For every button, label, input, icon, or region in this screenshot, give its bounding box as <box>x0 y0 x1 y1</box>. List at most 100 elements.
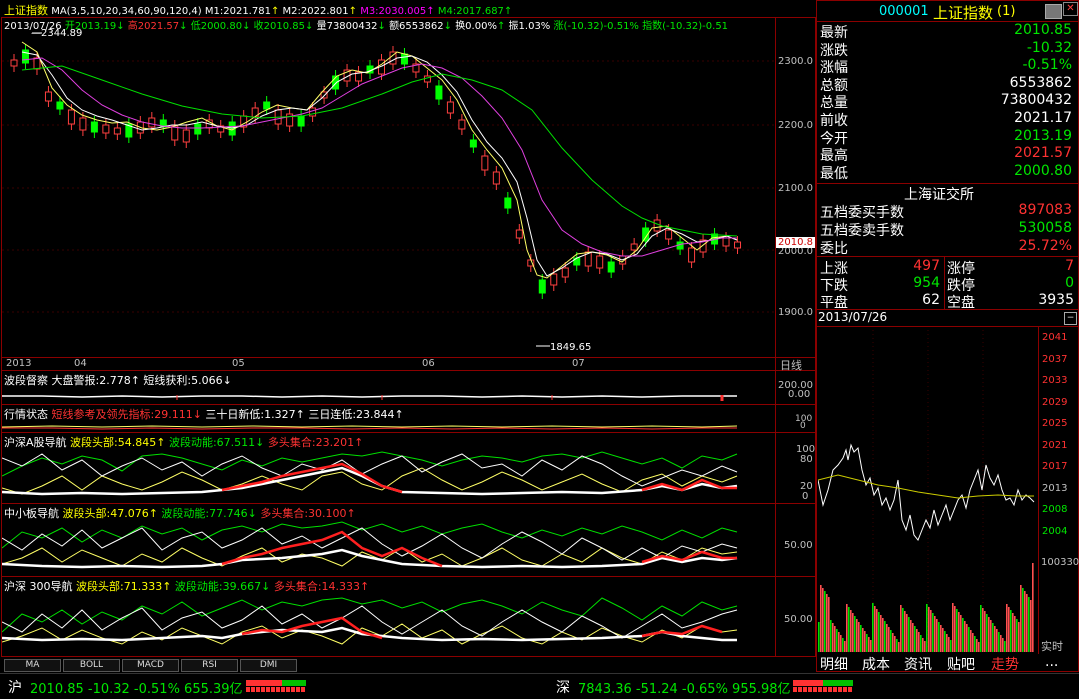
breadth-value-1a: 954 <box>913 275 940 291</box>
volume-bar <box>1030 600 1032 652</box>
volume-bar <box>894 636 896 652</box>
mini-axis-label: 2021 <box>1042 439 1068 451</box>
volume-bar <box>984 611 986 652</box>
quote-row-8-label: 最低 <box>820 165 848 182</box>
volume-bar <box>864 631 866 652</box>
volume-bar <box>828 597 830 652</box>
volume-bar <box>1026 594 1028 652</box>
candle-body <box>481 155 489 171</box>
quote-row-1: 涨跌 -10.32 <box>818 39 1076 59</box>
breadth-value-0b: 7 <box>1065 258 1074 274</box>
current-price-tag: 2010.8 <box>776 237 815 248</box>
date-axis: 2013 04 05 06 07 <box>2 358 774 370</box>
volume-bar <box>850 610 852 652</box>
volume-bar <box>822 588 824 652</box>
volume-bar <box>976 639 978 652</box>
volume-bar <box>972 633 974 652</box>
candlestick-chart[interactable] <box>2 30 774 357</box>
window-close-icon[interactable]: ✕ <box>1063 2 1078 16</box>
tab-dmi[interactable]: DMI <box>240 659 297 672</box>
volume-bar <box>824 591 826 652</box>
breadth-divider-mid <box>944 256 945 309</box>
volume-bar <box>884 621 886 652</box>
volume-bar <box>858 622 860 652</box>
indicator-divider-2 <box>1 404 816 405</box>
tab-news[interactable]: 资讯 <box>904 654 932 674</box>
volume-bar <box>836 629 838 652</box>
breadth-value-1b: 0 <box>1065 275 1074 291</box>
window-menu-icon[interactable] <box>1045 4 1062 19</box>
candle-body <box>148 117 156 128</box>
mini-axis-label: 2037 <box>1042 353 1068 365</box>
mini-axis-label: 2033 <box>1042 375 1068 386</box>
tab-ma[interactable]: MA <box>4 659 61 672</box>
tab-rsi[interactable]: RSI <box>181 659 238 672</box>
tab-cost[interactable]: 成本 <box>862 654 890 674</box>
indicator2-chart[interactable] <box>2 420 774 432</box>
volume-bar <box>844 641 846 652</box>
volume-bar <box>998 632 1000 652</box>
volume-bar <box>1010 610 1012 652</box>
sh-status[interactable]: 2010.85 -10.32 -0.51% 655.39亿 <box>30 678 243 697</box>
quote-row-7-value: 2021.57 <box>1014 145 1072 162</box>
volume-bar <box>1004 641 1006 652</box>
volume-bar <box>818 622 820 652</box>
mini-axis-label: 2017 <box>1042 461 1068 472</box>
breadth-divider-top <box>816 256 1079 257</box>
volume-bar <box>994 626 996 652</box>
volume-bar <box>920 635 922 652</box>
volume-bar <box>870 640 872 652</box>
volume-bar <box>988 617 990 652</box>
volume-bar <box>922 638 924 652</box>
chart-header-line1: 上证指数 MA(3,5,10,20,34,60,90,120,4) M1:202… <box>4 4 513 17</box>
intraday-chart[interactable] <box>818 330 1038 652</box>
volume-bar <box>872 603 874 652</box>
date-label-04: 04 <box>74 358 87 369</box>
tab-more[interactable]: ... <box>1045 654 1058 670</box>
volume-bar <box>876 609 878 652</box>
security-name: 上证指数 <box>933 4 994 22</box>
volume-bar <box>1016 619 1018 652</box>
indicator-divider-1 <box>1 370 816 371</box>
indicator1-axis-0: 0.00 <box>788 389 811 400</box>
tab-trend[interactable]: 走势 <box>991 654 1019 674</box>
volume-bar <box>948 637 950 652</box>
quote-row-1-value: -10.32 <box>1026 39 1072 56</box>
mini-chart-date: 2013/07/26 <box>818 310 888 324</box>
mini-axis-label: 2013 <box>1042 482 1068 494</box>
mini-axis-label: 2025 <box>1042 418 1068 429</box>
tab-forum[interactable]: 贴吧 <box>947 654 975 674</box>
tab-detail[interactable]: 明细 <box>820 654 848 674</box>
indicator4-chart[interactable] <box>2 518 774 576</box>
price-grid <box>2 60 774 313</box>
index-name[interactable]: 上证指数 <box>4 4 48 17</box>
ma-line-green <box>21 65 738 237</box>
indicator1-chart[interactable] <box>2 386 774 404</box>
ma-m2: M2:2022.801 <box>282 6 349 17</box>
volume-bar <box>930 610 932 652</box>
candle-body <box>44 91 52 102</box>
breadth-value-2b: 3935 <box>1038 292 1074 308</box>
volume-bar <box>1032 563 1034 652</box>
indicator3-chart[interactable] <box>2 446 774 503</box>
volume-bar <box>904 611 906 652</box>
tab-macd[interactable]: MACD <box>122 659 179 672</box>
volume-bar <box>954 606 956 652</box>
indicator2-axis-0: 0 <box>800 421 806 431</box>
order-row-0: 五档委买手数 897083 <box>818 202 1076 221</box>
quote-row-4: 总量 73800432 <box>818 92 1076 111</box>
indicator5-chart[interactable] <box>2 592 774 656</box>
tab-boll[interactable]: BOLL <box>63 659 120 672</box>
candle-body <box>194 123 202 135</box>
volume-bar <box>846 604 848 652</box>
volume-bar <box>980 605 982 652</box>
sz-status[interactable]: 7843.36 -51.24 -0.65% 955.98亿 <box>578 678 791 697</box>
volume-bar <box>898 642 900 652</box>
volume-bar <box>1020 585 1022 652</box>
realtime-label[interactable]: 实时 <box>1041 638 1063 654</box>
period-label[interactable]: 日线 <box>780 357 802 373</box>
breadth-value-0a: 497 <box>913 258 940 274</box>
candle-body <box>596 255 604 269</box>
mini-chart-toggle-icon[interactable]: − <box>1064 312 1077 325</box>
candle-body <box>607 261 615 273</box>
